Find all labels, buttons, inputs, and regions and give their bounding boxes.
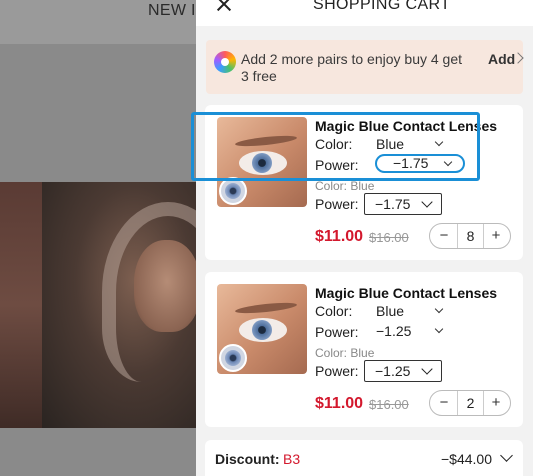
quantity-value[interactable]: 8 <box>458 225 483 247</box>
selected-color-text: Color: Blue <box>315 346 375 360</box>
promo-add-link[interactable]: Add <box>488 51 515 67</box>
thumb-eyebrow <box>234 133 298 149</box>
chevron-down-icon <box>443 157 453 167</box>
quantity-stepper: − 2 + <box>429 390 511 416</box>
background-nav-link: NEW I <box>148 2 196 19</box>
sale-price: $11.00 <box>315 228 364 245</box>
thumb-iris <box>252 320 272 340</box>
promo-banner: Add 2 more pairs to enjoy buy 4 get 3 fr… <box>206 40 524 94</box>
increase-quantity-button[interactable]: + <box>486 393 506 413</box>
power-select[interactable]: −1.75 <box>364 193 442 215</box>
power-value: −1.25 <box>376 323 412 339</box>
quantity-value[interactable]: 2 <box>458 392 483 414</box>
chevron-down-icon <box>421 196 433 208</box>
thumb-eye <box>239 151 287 175</box>
decrease-quantity-button[interactable]: − <box>434 226 454 246</box>
discount-code: B3 <box>283 451 301 467</box>
power-select-value: −1.25 <box>375 363 411 379</box>
chevron-down-icon <box>421 363 433 375</box>
promo-text: Add 2 more pairs to enjoy buy 4 get 3 fr… <box>241 51 463 84</box>
discount-label: Discount: <box>215 451 280 467</box>
color-dropdown[interactable]: Blue <box>364 302 454 321</box>
discount-amount: −$44.00 <box>441 451 492 467</box>
lens-badge-icon <box>219 344 247 372</box>
power-select-label: Power: <box>315 196 359 212</box>
product-name[interactable]: Magic Blue Contact Lenses <box>315 285 497 301</box>
cart-item: Magic Blue Contact Lenses Color: Blue Po… <box>205 272 523 427</box>
shopping-cart-drawer: SHOPPING CART Add 2 more pairs to enjoy … <box>196 0 533 476</box>
thumb-iris <box>252 153 272 173</box>
increase-quantity-button[interactable]: + <box>486 226 506 246</box>
thumb-eye <box>239 318 287 342</box>
chevron-down-icon <box>434 137 444 147</box>
chevron-down-icon[interactable] <box>500 449 513 462</box>
background-banner-image <box>0 182 196 428</box>
power-value: −1.75 <box>393 155 429 171</box>
power-dropdown[interactable]: −1.25 <box>364 322 454 341</box>
color-dropdown[interactable]: Blue <box>364 135 454 154</box>
cart-item: Magic Blue Contact Lenses Color: Blue Po… <box>205 105 523 260</box>
power-dropdown[interactable]: −1.75 <box>375 154 465 173</box>
selected-color-text: Color: Blue <box>315 179 375 193</box>
power-select[interactable]: −1.25 <box>364 360 442 382</box>
banner-right-panel <box>42 182 196 428</box>
banner-model-face <box>134 240 196 332</box>
decrease-quantity-button[interactable]: − <box>434 393 454 413</box>
color-value: Blue <box>376 136 405 152</box>
power-select-value: −1.75 <box>375 196 411 212</box>
product-thumbnail[interactable] <box>217 117 307 207</box>
color-value: Blue <box>376 303 405 319</box>
power-label: Power: <box>315 324 359 340</box>
original-price: $16.00 <box>369 397 409 412</box>
color-label: Color: <box>315 136 353 152</box>
color-label: Color: <box>315 303 353 319</box>
quantity-stepper: − 8 + <box>429 223 511 249</box>
sale-price: $11.00 <box>315 395 364 412</box>
product-thumbnail[interactable] <box>217 284 307 374</box>
original-price: $16.00 <box>369 230 409 245</box>
lens-badge-icon <box>219 177 247 205</box>
drawer-header: SHOPPING CART <box>196 0 533 26</box>
stepper-divider <box>483 224 484 248</box>
banner-left-panel <box>0 182 42 428</box>
product-name[interactable]: Magic Blue Contact Lenses <box>315 118 497 134</box>
thumb-eyebrow <box>234 300 298 316</box>
chevron-down-icon <box>434 324 444 334</box>
close-icon[interactable] <box>215 0 233 13</box>
drawer-title: SHOPPING CART <box>313 0 451 13</box>
promo-flower-icon <box>214 51 236 73</box>
power-label: Power: <box>315 157 359 173</box>
discount-summary[interactable]: Discount: B3 −$44.00 <box>205 440 523 476</box>
stepper-divider <box>483 391 484 415</box>
chevron-down-icon <box>434 304 444 314</box>
power-select-label: Power: <box>315 363 359 379</box>
